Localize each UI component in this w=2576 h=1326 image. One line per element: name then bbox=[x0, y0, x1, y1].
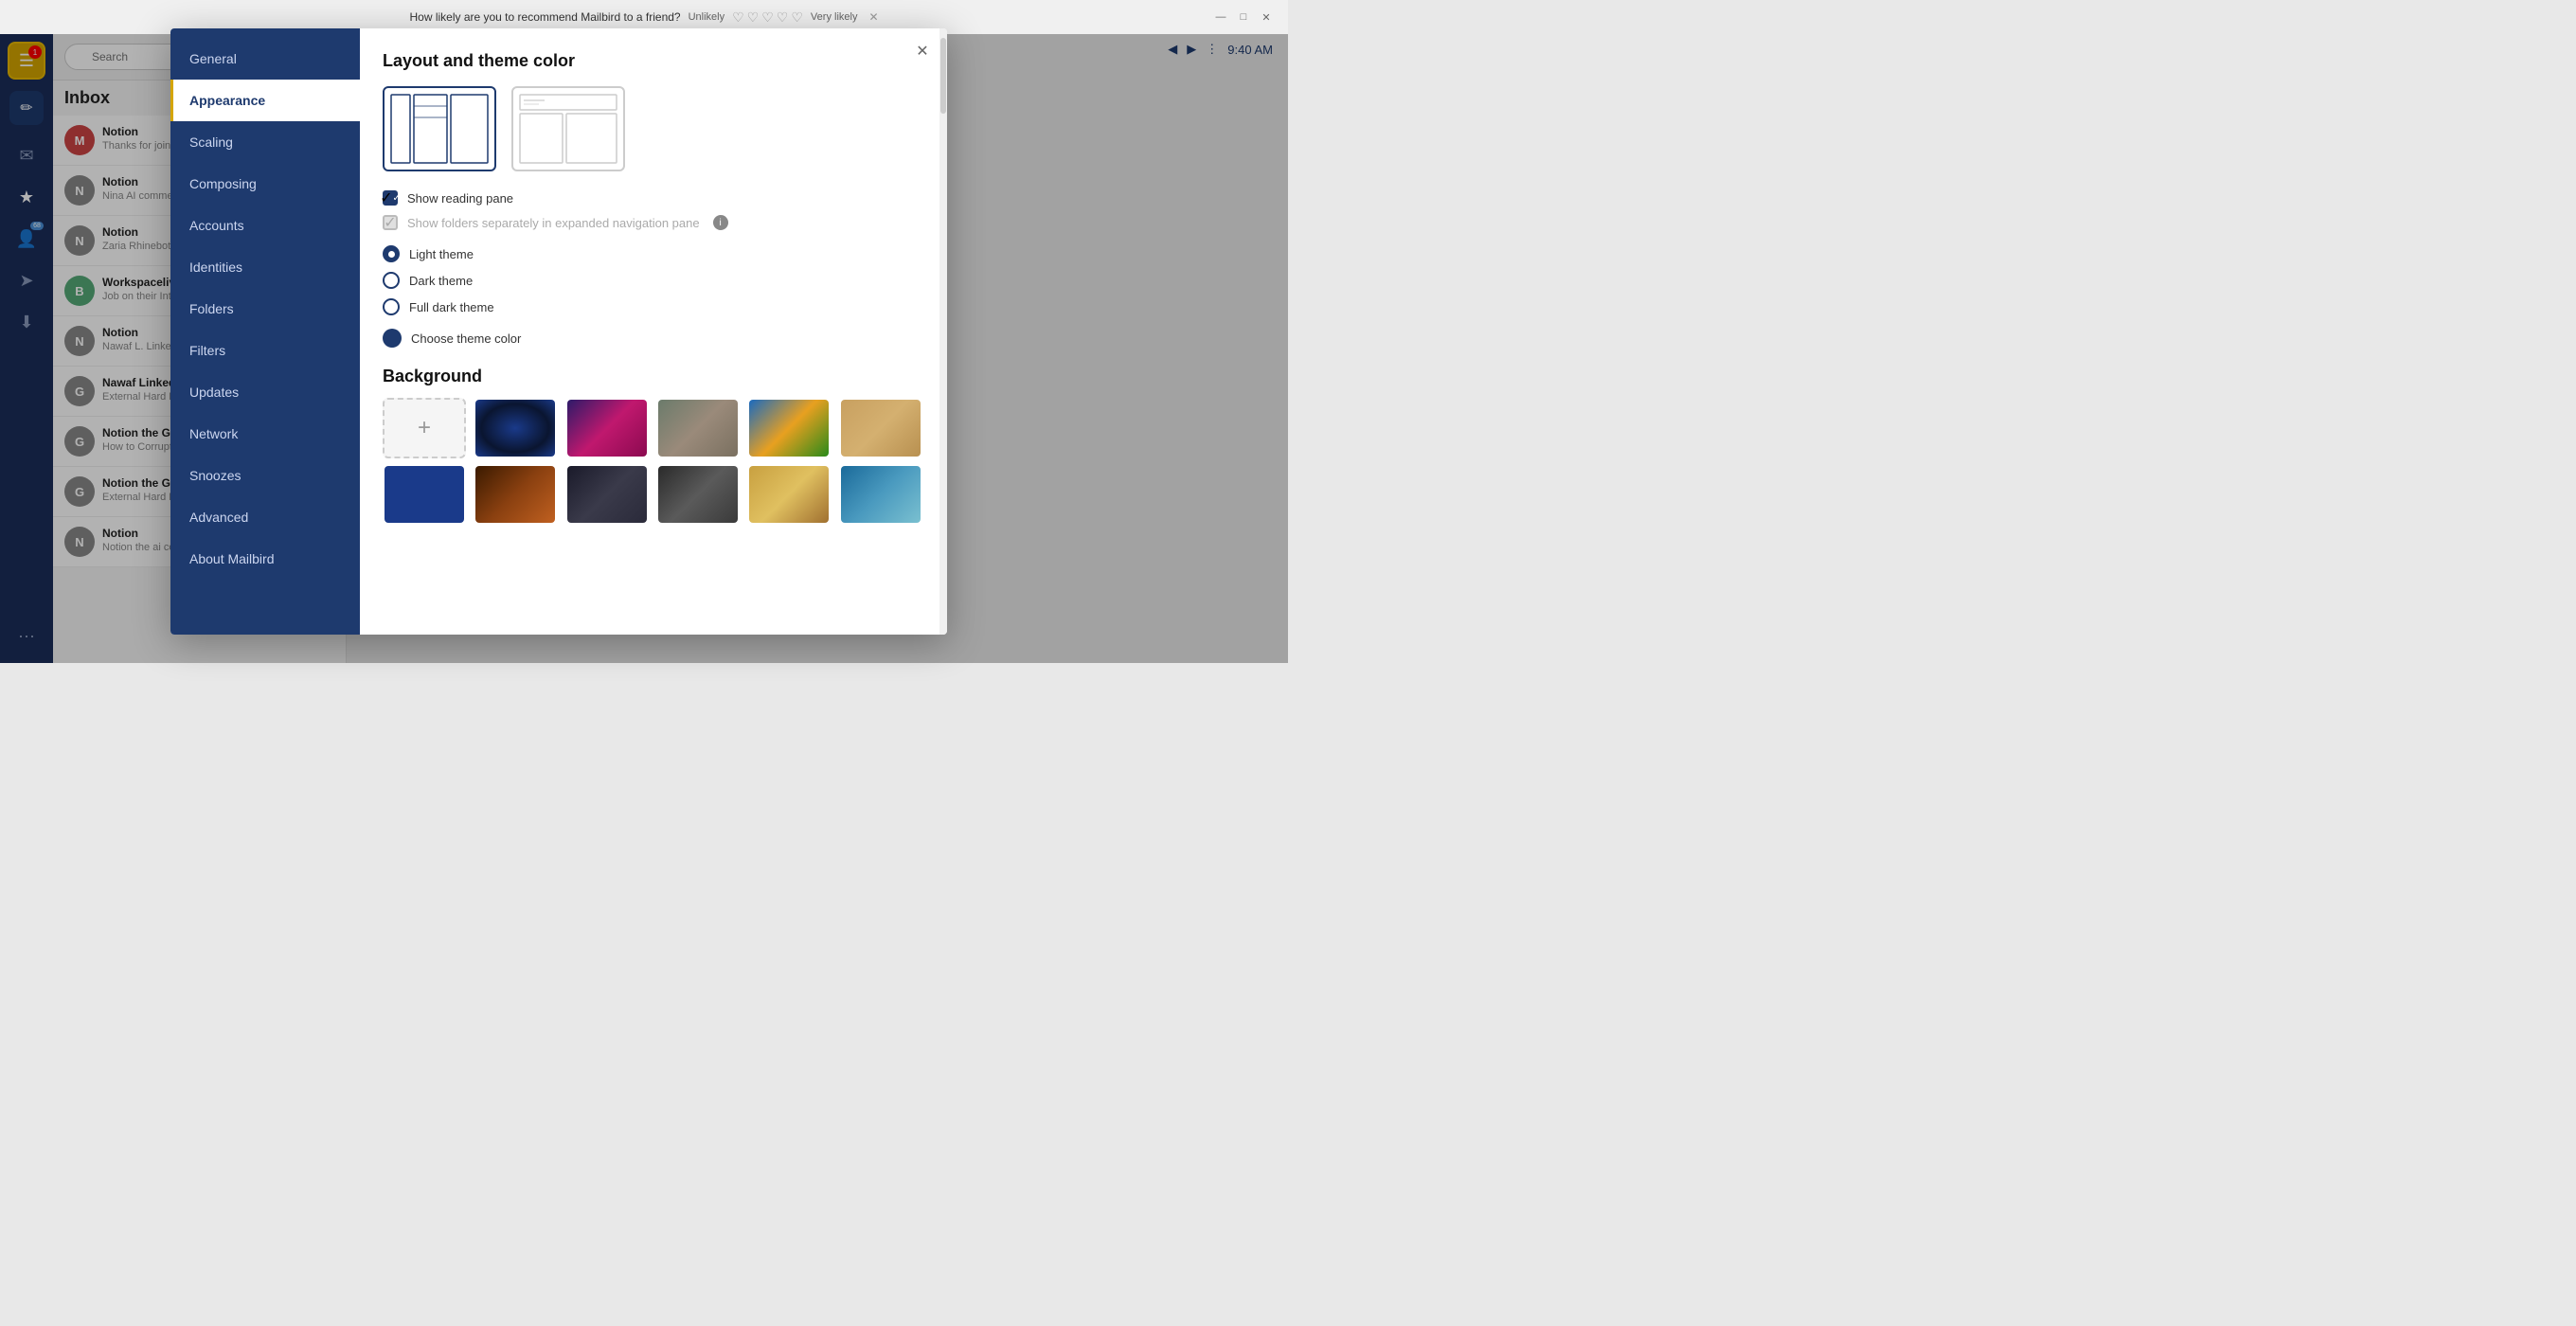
heart-5[interactable]: ♡ bbox=[791, 9, 803, 26]
bg-item-dark-figure[interactable] bbox=[565, 464, 649, 525]
close-button[interactable]: ✕ bbox=[1260, 10, 1273, 24]
nav-general[interactable]: General bbox=[170, 38, 360, 80]
choose-theme-color-label: Choose theme color bbox=[411, 332, 521, 346]
layout-options bbox=[383, 86, 924, 171]
layout-option-horizontal[interactable] bbox=[511, 86, 625, 171]
heart-2[interactable]: ♡ bbox=[747, 9, 760, 26]
very-likely-label: Very likely bbox=[811, 11, 858, 23]
theme-color-dot bbox=[383, 329, 402, 348]
show-folders-label: Show folders separately in expanded navi… bbox=[407, 216, 700, 230]
show-folders-row: ✓ Show folders separately in expanded na… bbox=[383, 215, 924, 230]
light-theme-label: Light theme bbox=[409, 247, 474, 261]
nav-composing[interactable]: Composing bbox=[170, 163, 360, 205]
theme-color-row: Choose theme color bbox=[383, 329, 924, 348]
full-dark-theme-label: Full dark theme bbox=[409, 300, 494, 314]
layout-preview-vertical bbox=[387, 91, 492, 167]
light-theme-row: Light theme bbox=[383, 245, 924, 262]
rating-hearts[interactable]: ♡ ♡ ♡ ♡ ♡ bbox=[732, 9, 803, 26]
bg-item-ocean[interactable] bbox=[839, 464, 922, 525]
nav-snoozes[interactable]: Snoozes bbox=[170, 455, 360, 496]
bg-item-dark-blue[interactable] bbox=[383, 464, 466, 525]
layout-preview-horizontal bbox=[516, 91, 620, 167]
full-dark-theme-row: Full dark theme bbox=[383, 298, 924, 315]
window-controls[interactable]: — □ ✕ bbox=[1214, 10, 1273, 24]
show-reading-pane-row: ✓ Show reading pane bbox=[383, 190, 924, 206]
show-reading-pane-label: Show reading pane bbox=[407, 191, 513, 206]
nav-filters[interactable]: Filters bbox=[170, 330, 360, 371]
background-section-title: Background bbox=[383, 367, 924, 386]
bg-item-brown-land[interactable] bbox=[474, 464, 557, 525]
maximize-button[interactable]: □ bbox=[1237, 10, 1250, 24]
nav-scaling[interactable]: Scaling bbox=[170, 121, 360, 163]
settings-modal: General Appearance Scaling Composing Acc… bbox=[170, 28, 947, 635]
scroll-thumb bbox=[940, 38, 946, 114]
layout-option-vertical[interactable] bbox=[383, 86, 496, 171]
bg-item-galaxy[interactable] bbox=[474, 398, 557, 458]
light-theme-radio[interactable] bbox=[383, 245, 400, 262]
nav-accounts[interactable]: Accounts bbox=[170, 205, 360, 246]
settings-nav: General Appearance Scaling Composing Acc… bbox=[170, 28, 360, 635]
nav-about[interactable]: About Mailbird bbox=[170, 538, 360, 580]
dark-theme-row: Dark theme bbox=[383, 272, 924, 289]
dark-theme-label: Dark theme bbox=[409, 274, 473, 288]
nav-updates[interactable]: Updates bbox=[170, 371, 360, 413]
bg-item-pink-neon[interactable] bbox=[565, 398, 649, 458]
full-dark-theme-radio[interactable] bbox=[383, 298, 400, 315]
nav-network[interactable]: Network bbox=[170, 413, 360, 455]
background-grid: + bbox=[383, 398, 924, 525]
survey-close[interactable]: ✕ bbox=[868, 10, 878, 24]
show-folders-checkbox[interactable]: ✓ bbox=[383, 215, 398, 230]
settings-content: ✕ Layout and theme color bbox=[360, 28, 947, 635]
titlebar-survey: How likely are you to recommend Mailbird… bbox=[409, 9, 878, 26]
nav-folders[interactable]: Folders bbox=[170, 288, 360, 330]
scroll-indicator[interactable] bbox=[939, 28, 947, 635]
bg-item-parrot[interactable] bbox=[747, 398, 831, 458]
nav-identities[interactable]: Identities bbox=[170, 246, 360, 288]
show-reading-pane-checkbox[interactable]: ✓ bbox=[383, 190, 398, 206]
bg-item-stone[interactable] bbox=[656, 398, 740, 458]
bg-item-golden-dog[interactable] bbox=[747, 464, 831, 525]
unlikely-label: Unlikely bbox=[689, 11, 725, 23]
bg-item-dog[interactable] bbox=[839, 398, 922, 458]
settings-close-button[interactable]: ✕ bbox=[911, 40, 934, 63]
nav-advanced[interactable]: Advanced bbox=[170, 496, 360, 538]
dark-theme-radio[interactable] bbox=[383, 272, 400, 289]
info-icon: i bbox=[713, 215, 728, 230]
heart-4[interactable]: ♡ bbox=[777, 9, 789, 26]
minimize-button[interactable]: — bbox=[1214, 10, 1227, 24]
bg-item-wolf[interactable] bbox=[656, 464, 740, 525]
nav-appearance[interactable]: Appearance bbox=[170, 80, 360, 121]
heart-1[interactable]: ♡ bbox=[732, 9, 744, 26]
heart-3[interactable]: ♡ bbox=[761, 9, 774, 26]
survey-text: How likely are you to recommend Mailbird… bbox=[409, 10, 680, 24]
bg-add-button[interactable]: + bbox=[383, 398, 466, 458]
layout-section-title: Layout and theme color bbox=[383, 51, 924, 71]
